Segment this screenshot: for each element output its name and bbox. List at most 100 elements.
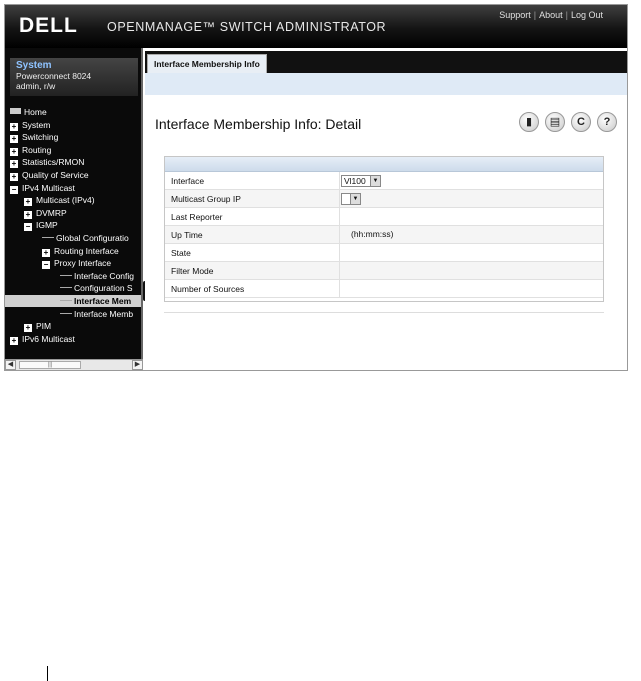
tree-item-label: Global Configuratio [56, 233, 129, 243]
expand-icon[interactable]: + [24, 198, 32, 207]
select-value: Vl100 [344, 176, 366, 186]
tree-item[interactable]: Interface Memb [60, 308, 133, 320]
tree-item-label: Interface Mem [74, 296, 132, 306]
expand-icon[interactable]: + [10, 173, 18, 181]
tree-item-label: Switching [22, 132, 59, 143]
tree-item[interactable]: + Routing [10, 144, 51, 156]
expand-icon[interactable]: + [42, 248, 50, 257]
field-label: Last Reporter [171, 212, 223, 222]
tree-item-label: DVMRP [36, 207, 67, 218]
tree-item-label: Routing Interface [54, 245, 119, 256]
expand-icon[interactable]: + [24, 210, 32, 219]
refresh-icon[interactable]: C [571, 112, 591, 132]
tree-item[interactable]: − IGMP [24, 219, 58, 232]
field-label: Multicast Group IP [171, 194, 241, 204]
field-value: ▼ [341, 193, 361, 205]
expand-icon[interactable]: + [10, 135, 18, 144]
nav-tree: Home + System + Switching + Routing + Statistics… [5, 106, 141, 354]
page-title: Interface Membership Info: Detail [155, 116, 362, 132]
table-row: Number of Sources [165, 280, 603, 298]
tree-item-label: Configuration S [74, 283, 133, 294]
column-divider [339, 244, 340, 262]
tree-item[interactable]: − Proxy Interface [42, 257, 111, 270]
support-link[interactable]: Support [499, 10, 531, 20]
scroll-right-icon[interactable]: ▶ [132, 360, 143, 370]
collapse-icon[interactable]: − [24, 223, 32, 232]
column-divider [339, 262, 340, 280]
table-row: Up Time (hh:mm:ss) [165, 226, 603, 244]
table-row: Last Reporter [165, 208, 603, 226]
expand-icon[interactable]: + [10, 122, 18, 131]
field-label: Number of Sources [171, 284, 245, 294]
tree-item[interactable]: Interface Mem [5, 295, 141, 307]
system-model: Powerconnect 8024 [16, 71, 92, 81]
expand-icon[interactable]: + [10, 336, 18, 345]
horizontal-scrollbar[interactable]: ◀ ||| ▶ [5, 359, 143, 370]
column-divider [339, 280, 340, 298]
tree-item-label: IGMP [36, 220, 58, 231]
app-window: DELL OPENMANAGE™ SWITCH ADMINISTRATOR Su… [4, 4, 628, 371]
table-row: State [165, 244, 603, 262]
about-link[interactable]: About [539, 10, 563, 20]
scroll-thumb[interactable]: ||| [19, 361, 81, 369]
table-row: Multicast Group IP ▼ [165, 190, 603, 208]
tree-item[interactable]: Interface Config [60, 270, 134, 282]
tree-item[interactable]: Home [10, 106, 47, 118]
chevron-down-icon[interactable]: ▼ [350, 194, 360, 204]
tree-item[interactable]: + Multicast (IPv4) [24, 194, 95, 207]
tree-item[interactable]: + System [10, 119, 50, 131]
field-value: Vl100 ▼ [341, 175, 381, 187]
tree-item-label: Home [24, 107, 47, 117]
tree-item[interactable]: + IPv6 Multicast [10, 333, 75, 345]
field-label: State [171, 248, 191, 258]
tree-item[interactable]: + Statistics/RMON [10, 156, 84, 169]
help-icon[interactable]: ? [597, 112, 617, 132]
table-row: Interface Vl100 ▼ [165, 172, 603, 190]
expand-icon[interactable]: + [10, 147, 18, 156]
expand-icon[interactable]: + [24, 324, 32, 333]
column-divider [339, 208, 340, 226]
tree-item[interactable]: Global Configuratio [42, 232, 129, 244]
navigation-sidebar: System Powerconnect 8024 admin, r/w Home… [5, 48, 143, 370]
field-select[interactable]: ▼ [341, 193, 361, 205]
tree-item[interactable]: + DVMRP [24, 207, 67, 219]
tree-item[interactable]: Configuration S [60, 282, 133, 294]
system-title: System [16, 60, 52, 71]
dell-logo: DELL [19, 14, 78, 37]
tab-strip [145, 73, 627, 95]
tree-item-label: Interface Memb [74, 308, 134, 319]
divider [164, 312, 604, 313]
column-divider [339, 172, 340, 190]
save-icon[interactable]: ▮ [519, 112, 539, 132]
chevron-down-icon[interactable]: ▼ [370, 176, 380, 186]
column-divider [339, 226, 340, 244]
collapse-icon[interactable]: − [42, 261, 50, 270]
expand-icon[interactable]: + [10, 160, 18, 169]
tab-bar: Interface Membership Info [145, 51, 627, 75]
field-select[interactable]: Vl100 ▼ [341, 175, 381, 187]
app-title: OPENMANAGE™ SWITCH ADMINISTRATOR [107, 20, 387, 34]
tree-item[interactable]: + Routing Interface [42, 245, 119, 257]
tree-item[interactable]: − IPv4 Multicast [10, 182, 75, 194]
tree-item[interactable]: + Switching [10, 131, 59, 144]
header-bar: DELL OPENMANAGE™ SWITCH ADMINISTRATOR Su… [5, 5, 627, 48]
main-content: Interface Membership Info Interface Memb… [145, 48, 627, 370]
tree-item[interactable]: + PIM [24, 320, 51, 333]
system-info: System Powerconnect 8024 admin, r/w [10, 58, 138, 96]
tab-interface-membership-info[interactable]: Interface Membership Info [147, 54, 267, 75]
logout-link[interactable]: Log Out [571, 10, 603, 20]
tree-item-label: IPv4 Multicast [22, 182, 75, 193]
field-label: Filter Mode [171, 266, 214, 276]
page-margin-mark [47, 666, 48, 681]
tree-item[interactable]: + Quality of Service [10, 169, 89, 181]
scroll-left-icon[interactable]: ◀ [5, 360, 16, 370]
panel-header [165, 157, 603, 172]
tree-connector-icon [60, 300, 72, 301]
tree-item-label: Interface Config [74, 270, 135, 281]
tree-item-label: Quality of Service [22, 170, 89, 180]
print-icon[interactable]: ▤ [545, 112, 565, 132]
tree-connector-icon [42, 237, 54, 238]
collapse-icon[interactable]: − [10, 185, 18, 194]
table-row: Filter Mode [165, 262, 603, 280]
toolbar: ▮ ▤ C? [513, 112, 617, 132]
